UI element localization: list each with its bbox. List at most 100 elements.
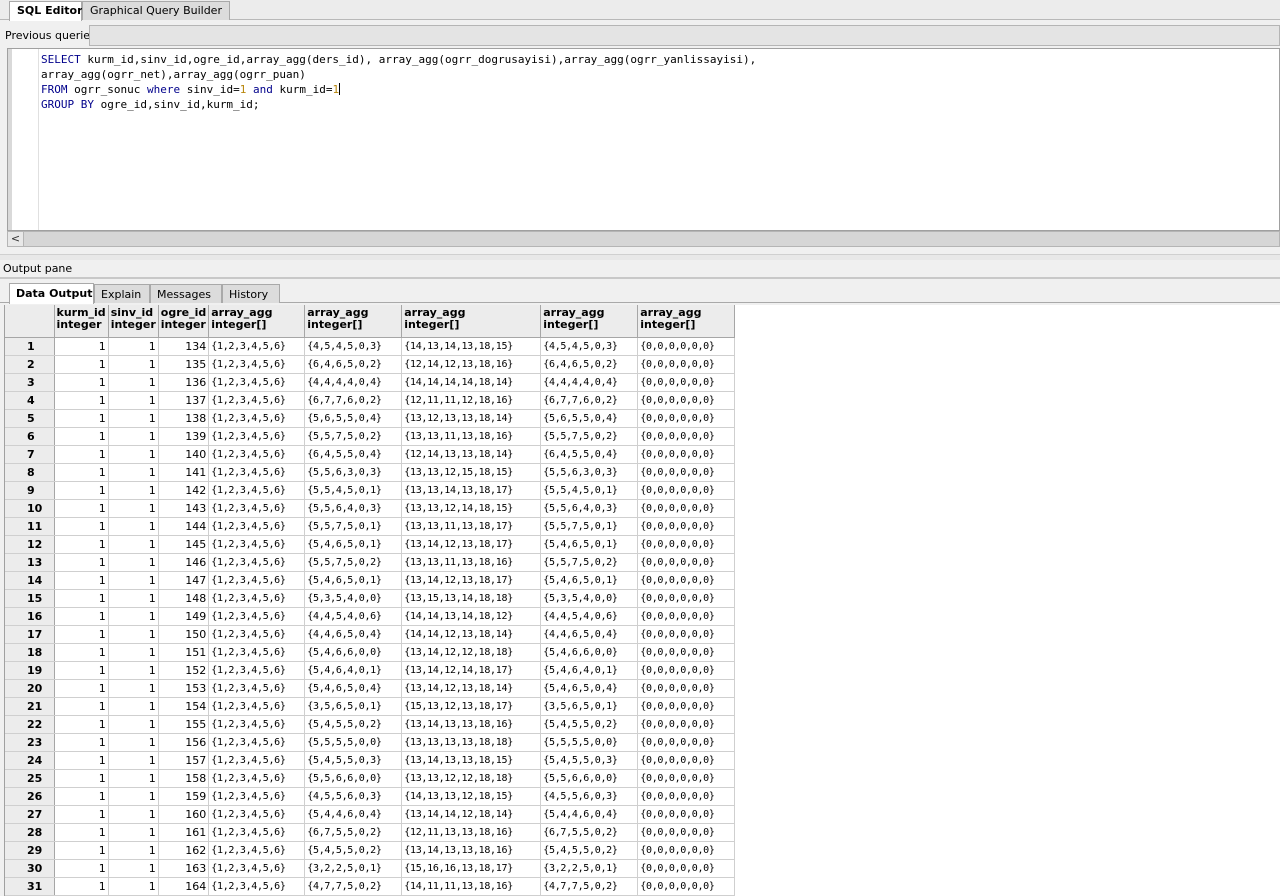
table-cell[interactable]: 1 [108,733,159,752]
table-cell[interactable]: 159 [158,787,210,806]
table-cell[interactable]: {3,2,2,5,0,1} [540,859,639,878]
table-cell[interactable]: {1,2,3,4,5,6} [208,589,306,608]
table-row[interactable]: 7 1 1 140 {1,2,3,4,5,6} {6,4,5,5,0,4} {12,14,1… [5,445,736,464]
table-cell[interactable]: {14,13,14,13,18,15} [401,337,542,356]
table-cell[interactable]: 1 [54,535,109,554]
table-cell[interactable]: 1 [108,769,159,788]
table-cell[interactable]: {0,0,0,0,0,0} [637,445,736,464]
table-cell[interactable]: {0,0,0,0,0,0} [637,427,736,446]
table-cell[interactable]: 156 [158,733,210,752]
table-cell[interactable]: {13,14,12,13,18,17} [401,571,542,590]
table-cell[interactable]: {1,2,3,4,5,6} [208,517,306,536]
table-cell[interactable]: 1 [54,859,109,878]
table-cell[interactable]: 1 [108,391,159,410]
row-number[interactable]: 29 [5,841,55,860]
table-cell[interactable]: {1,2,3,4,5,6} [208,643,306,662]
table-cell[interactable]: {0,0,0,0,0,0} [637,499,736,518]
table-cell[interactable]: 155 [158,715,210,734]
table-cell[interactable]: {12,14,13,13,18,14} [401,445,542,464]
table-cell[interactable]: 1 [54,679,109,698]
table-cell[interactable]: {0,0,0,0,0,0} [637,769,736,788]
table-cell[interactable]: {1,2,3,4,5,6} [208,859,306,878]
table-cell[interactable]: 1 [54,373,109,392]
row-number[interactable]: 8 [5,463,55,482]
table-cell[interactable]: {0,0,0,0,0,0} [637,391,736,410]
table-cell[interactable]: 162 [158,841,210,860]
table-cell[interactable]: {5,5,5,5,0,0} [540,733,639,752]
table-cell[interactable]: 1 [108,589,159,608]
table-row[interactable]: 9 1 1 142 {1,2,3,4,5,6} {5,5,4,5,0,1} {13,13,1… [5,481,736,500]
table-cell[interactable]: {0,0,0,0,0,0} [637,823,736,842]
table-cell[interactable]: {5,5,7,5,0,1} [540,517,639,536]
table-cell[interactable]: 163 [158,859,210,878]
table-cell[interactable]: {0,0,0,0,0,0} [637,373,736,392]
tab-data-output[interactable]: Data Output [9,283,94,304]
table-cell[interactable]: {4,5,4,5,0,3} [304,337,403,356]
table-cell[interactable]: 1 [108,877,159,896]
table-cell[interactable]: {0,0,0,0,0,0} [637,517,736,536]
data-output-grid[interactable]: kurm_id integer sinv_id integer ogre_id int… [4,305,1280,896]
table-cell[interactable]: 1 [108,643,159,662]
table-cell[interactable]: {0,0,0,0,0,0} [637,463,736,482]
table-cell[interactable]: {0,0,0,0,0,0} [637,355,736,374]
table-cell[interactable]: {1,2,3,4,5,6} [208,733,306,752]
table-cell[interactable]: 160 [158,805,210,824]
table-cell[interactable]: 1 [54,499,109,518]
table-cell[interactable]: 134 [158,337,210,356]
table-cell[interactable]: {12,11,11,12,18,16} [401,391,542,410]
row-number[interactable]: 14 [5,571,55,590]
table-cell[interactable]: {5,5,6,4,0,3} [304,499,403,518]
table-cell[interactable]: {5,6,5,5,0,4} [304,409,403,428]
table-cell[interactable]: 1 [108,787,159,806]
table-row[interactable]: 19 1 1 152 {1,2,3,4,5,6} {5,4,6,4,0,1} {13,14,… [5,661,736,680]
row-number[interactable]: 26 [5,787,55,806]
table-cell[interactable]: 146 [158,553,210,572]
table-cell[interactable]: {15,13,12,13,18,17} [401,697,542,716]
sql-code[interactable]: SELECT kurm_id,sinv_id,ogre_id,array_agg… [41,52,756,112]
table-cell[interactable]: {0,0,0,0,0,0} [637,877,736,896]
table-cell[interactable]: 141 [158,463,210,482]
row-number[interactable]: 31 [5,877,55,896]
row-number[interactable]: 11 [5,517,55,536]
table-cell[interactable]: {12,14,12,13,18,16} [401,355,542,374]
table-cell[interactable]: {0,0,0,0,0,0} [637,553,736,572]
row-number[interactable]: 22 [5,715,55,734]
table-cell[interactable]: {5,4,6,5,0,1} [304,571,403,590]
table-cell[interactable]: {0,0,0,0,0,0} [637,643,736,662]
table-cell[interactable]: 1 [108,553,159,572]
table-cell[interactable]: {13,13,14,13,18,17} [401,481,542,500]
table-cell[interactable]: 1 [54,337,109,356]
table-cell[interactable]: 143 [158,499,210,518]
table-cell[interactable]: {1,2,3,4,5,6} [208,823,306,842]
table-cell[interactable]: 1 [54,625,109,644]
column-header[interactable]: sinv_id integer [108,305,159,338]
table-cell[interactable]: 151 [158,643,210,662]
row-number[interactable]: 20 [5,679,55,698]
table-cell[interactable]: 140 [158,445,210,464]
table-cell[interactable]: {6,4,6,5,0,2} [540,355,639,374]
row-number[interactable]: 3 [5,373,55,392]
table-cell[interactable]: {0,0,0,0,0,0} [637,337,736,356]
table-row[interactable]: 18 1 1 151 {1,2,3,4,5,6} {5,4,6,6,0,0} {13,14,… [5,643,736,662]
table-cell[interactable]: 1 [108,337,159,356]
table-cell[interactable]: {0,0,0,0,0,0} [637,697,736,716]
table-cell[interactable]: {1,2,3,4,5,6} [208,445,306,464]
table-cell[interactable]: {0,0,0,0,0,0} [637,805,736,824]
table-cell[interactable]: {5,5,6,3,0,3} [304,463,403,482]
table-cell[interactable]: 1 [54,355,109,374]
table-cell[interactable]: 1 [54,607,109,626]
table-cell[interactable]: {0,0,0,0,0,0} [637,571,736,590]
row-number[interactable]: 7 [5,445,55,464]
table-cell[interactable]: 152 [158,661,210,680]
column-header[interactable]: array_agg integer[] [208,305,306,338]
table-cell[interactable]: {1,2,3,4,5,6} [208,499,306,518]
table-cell[interactable]: {5,5,6,6,0,0} [304,769,403,788]
table-row[interactable]: 23 1 1 156 {1,2,3,4,5,6} {5,5,5,5,0,0} {13,13,… [5,733,736,752]
table-cell[interactable]: {13,15,13,14,18,18} [401,589,542,608]
table-cell[interactable]: {1,2,3,4,5,6} [208,787,306,806]
row-number[interactable]: 15 [5,589,55,608]
table-cell[interactable]: {1,2,3,4,5,6} [208,661,306,680]
table-cell[interactable]: 1 [108,679,159,698]
table-cell[interactable]: {13,14,14,12,18,14} [401,805,542,824]
row-number[interactable]: 1 [5,337,55,356]
